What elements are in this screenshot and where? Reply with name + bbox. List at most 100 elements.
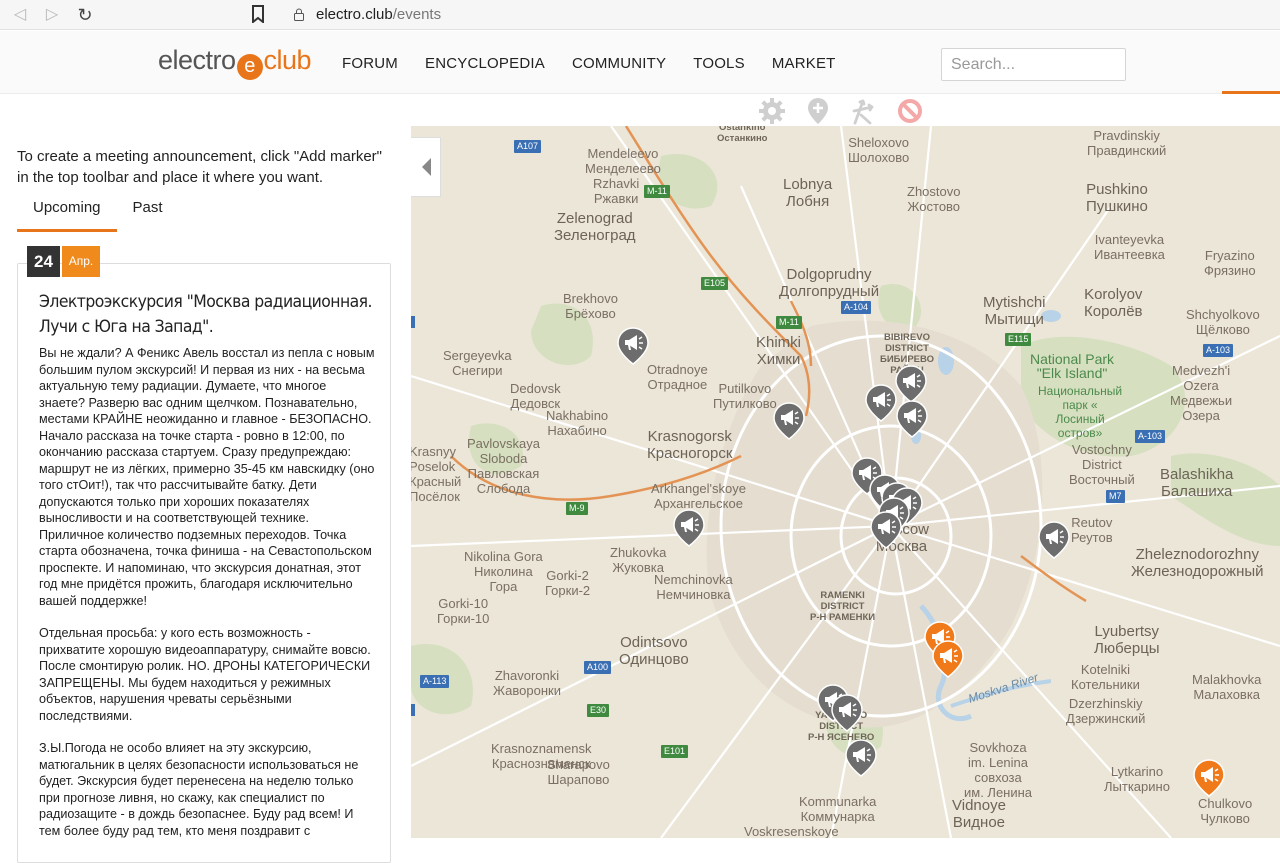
route-icon [852,99,874,125]
forbidden-button[interactable] [894,96,926,126]
map-label: Kommunarka Коммунарка [799,794,877,824]
megaphone-marker-icon [896,400,928,438]
map-label: Dzerzhinskiy Дзержинский [1066,696,1146,726]
forward-icon[interactable]: ▷ [42,5,62,25]
add-marker-icon [808,98,828,124]
map-label: Rzhavki Ржавки [593,176,640,206]
map-label: Putilkovo Путилково [713,381,777,411]
road-shield: A100 [584,661,612,674]
logo-mark: e [236,54,263,80]
road-shield: E30 [587,704,610,717]
map-label: National Park "Elk Island" [1030,351,1115,381]
megaphone-marker-icon [831,694,863,732]
menu-community[interactable]: COMMUNITY [572,55,666,72]
road-shield: A-103 [1135,430,1166,443]
map-label: Gorki-10 Горки-10 [437,596,490,626]
map-label: Vidnoye Видное [952,797,1006,831]
map-label: Brekhovo Брёхово [563,291,618,321]
road-shield: M-11 [644,185,670,198]
map-label: Malakhovka Малаховка [1192,672,1262,702]
map-label: Odintsovo Одинцово [619,634,689,668]
event-marker[interactable] [870,511,902,549]
map-label: Shchyolkovo Щёлково [1186,307,1260,337]
settings-button[interactable] [756,96,788,126]
event-marker[interactable] [845,739,877,777]
event-marker[interactable] [831,694,863,732]
map-label: Национальный парк «Лосиный остров» [1038,384,1123,440]
menu-market[interactable]: MARKET [772,55,836,72]
event-marker[interactable] [1038,521,1070,559]
site-logo[interactable]: electro e club [158,45,312,80]
event-marker[interactable] [773,402,805,440]
map-label: Pavlovskaya Sloboda Павловская Слобода [467,436,540,496]
map-label: Sheloxovo Шолохово [848,135,910,165]
megaphone-marker-icon [673,509,705,547]
map-label: Reutov Реутов [1071,515,1113,545]
logo-text-right: club [263,45,312,75]
events-panel: To create a meeting announcement, click … [0,126,411,863]
road-shield: E105 [701,277,729,290]
search-input[interactable] [941,48,1126,81]
event-title[interactable]: Электроэкскурсия "Москва радиационная. Л… [39,290,379,340]
map-label: Zhostovo Жостово [907,184,961,214]
map-label: Lobnya Лобня [783,176,833,210]
event-paragraph: Вы не ждали? А Феникс Авель восстал из п… [39,346,375,608]
event-marker[interactable] [895,365,927,403]
map-label: Dolgoprudny Долгопрудный [779,266,880,300]
map-label: Ivanteyevka Ивантеевка [1094,232,1165,262]
menu-forum[interactable]: FORUM [342,55,398,72]
event-marker[interactable] [673,509,705,547]
map-label: Korolyov Королёв [1084,286,1143,320]
event-marker[interactable] [1193,759,1225,797]
map-label: Otradnoye Отрадное [647,362,708,392]
map-label: Medvezh'i Ozera Медвежьи Озера [1170,363,1233,423]
map-label: Mendeleevo Менделеево [585,146,661,176]
megaphone-marker-icon [1038,521,1070,559]
event-marker[interactable] [896,400,928,438]
menu-tools[interactable]: TOOLS [693,55,745,72]
map-label: Pushkino Пушкино [1086,181,1148,215]
map-label: Kotelniki Котельники [1071,662,1140,692]
forbidden-icon [898,99,922,123]
main-menu: FORUM ENCYCLOPEDIA COMMUNITY TOOLS MARKE… [342,55,863,72]
event-paragraph: З.Ы.Погода не особо влияет на эту экскур… [39,741,359,838]
events-map[interactable]: Ostankino Останкино Sheloxovo Шолохово Pra… [411,126,1280,838]
map-label: Sovkhoza im. Lenina совхоза им. Ленина [964,740,1033,800]
map-label: Khimki Химки [756,334,802,368]
map-label: Sharapovo Шарапово [547,757,610,787]
url-path: /events [392,6,442,23]
map-label: Chulkovo Чулково [1198,796,1253,826]
route-button[interactable] [848,96,880,126]
event-marker[interactable] [932,640,964,678]
tab-past[interactable]: Past [117,198,179,232]
road-shield: A-104 [841,301,872,314]
header-accent-bar [1222,91,1280,94]
add-marker-button[interactable] [802,96,834,126]
map-label: Balashikha Балашиха [1160,466,1234,500]
menu-encyclopedia[interactable]: ENCYCLOPEDIA [425,55,545,72]
event-marker[interactable] [617,327,649,365]
event-description: Вы не ждали? А Феникс Авель восстал из п… [39,345,375,855]
map-toolbar [756,96,926,126]
tab-upcoming[interactable]: Upcoming [17,198,117,232]
map-label: Vostochny District Восточный [1069,442,1135,487]
bookmark-icon[interactable] [250,5,266,23]
gear-icon [759,98,785,124]
event-card[interactable]: Электроэкскурсия "Москва радиационная. Л… [17,263,391,863]
map-label: Dedovsk Дедовск [510,381,561,411]
megaphone-marker-icon [773,402,805,440]
map-label: Gorki-2 Горки-2 [545,568,591,598]
megaphone-marker-icon [1193,759,1225,797]
intro-text: To create a meeting announcement, click … [17,148,382,186]
collapse-panel-button[interactable] [411,137,441,197]
event-date-month: Апр. [62,246,100,277]
url-domain: electro.club [316,6,393,23]
megaphone-marker-icon [870,511,902,549]
reload-icon[interactable]: ↻ [75,5,95,25]
back-icon[interactable]: ◁ [10,5,30,25]
map-label: Zhavoronki Жаворонки [493,668,561,698]
event-marker[interactable] [865,384,897,422]
lock-icon [294,8,304,21]
address-bar[interactable]: electro.club/events [316,6,441,23]
map-label: Zheleznodorozhny Железнодорожный [1131,546,1264,580]
